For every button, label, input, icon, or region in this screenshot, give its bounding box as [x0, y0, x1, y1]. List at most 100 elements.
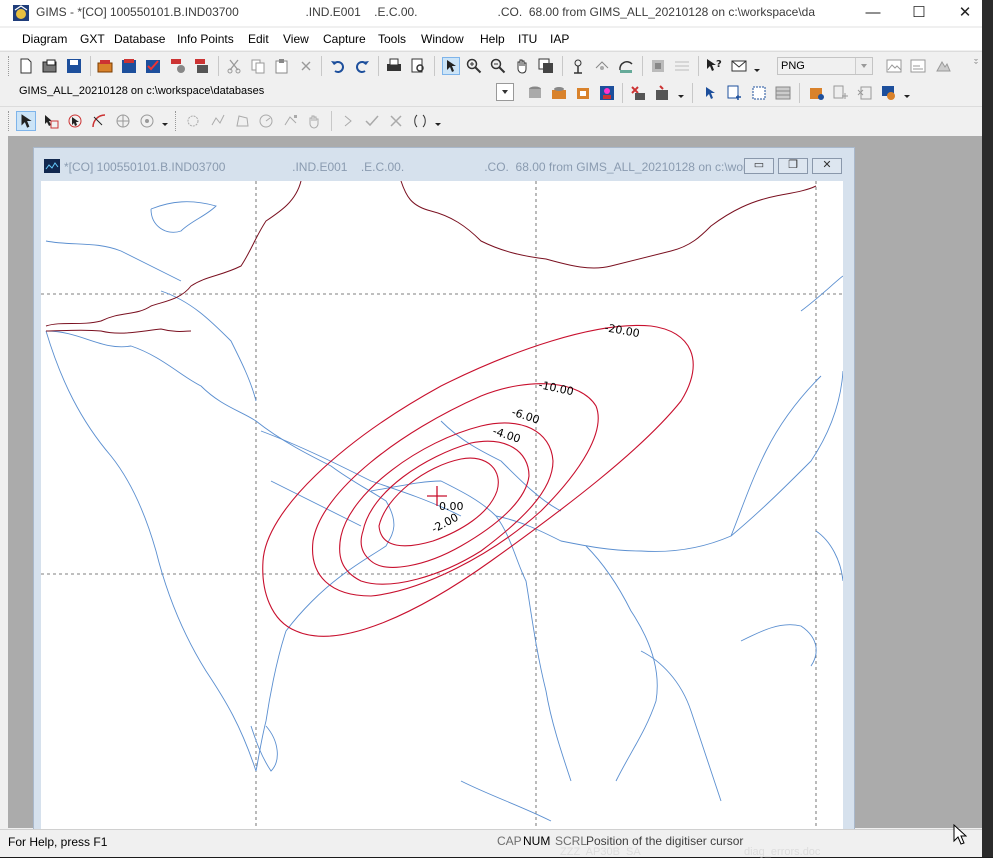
map-canvas[interactable]: -20.00 -10.00 -6.00 -4.00 -2.00 0.00 [41, 181, 843, 829]
child-title-bar[interactable]: *[CO] 100550101.B.IND03700 .IND.E001 .E.… [34, 148, 854, 184]
redo-icon[interactable] [354, 58, 370, 74]
chevron-down-icon[interactable] [903, 92, 911, 100]
parentheses-icon[interactable] [412, 113, 428, 129]
zoom-out-icon[interactable] [490, 58, 506, 74]
print-preview-icon[interactable] [410, 58, 426, 74]
db-query-icon[interactable] [527, 85, 543, 101]
draw-pointer-icon[interactable] [16, 111, 36, 131]
menu-help[interactable]: Help [480, 32, 505, 46]
status-cap: CAP [497, 834, 522, 848]
zoom-in-icon[interactable] [466, 58, 482, 74]
grid-icon[interactable] [674, 58, 690, 74]
menu-window[interactable]: Window [421, 32, 464, 46]
mail-icon[interactable] [731, 58, 747, 74]
gxt-tools-icon[interactable] [170, 58, 186, 74]
paste-icon[interactable] [274, 58, 290, 74]
print-icon[interactable] [386, 58, 402, 74]
gxt-export-icon[interactable] [194, 58, 210, 74]
toolbar-overflow-icon[interactable] [972, 58, 980, 66]
cut-icon[interactable] [226, 58, 242, 74]
image-export-icon[interactable] [910, 58, 926, 74]
toolbar-separator [378, 56, 379, 76]
menu-view[interactable]: View [283, 32, 309, 46]
arc-draw-icon[interactable] [91, 113, 107, 129]
db-delete-icon[interactable] [630, 85, 646, 101]
maximize-button[interactable]: ☐ [896, 0, 942, 26]
menu-database[interactable]: Database [114, 32, 165, 46]
select-area-icon[interactable] [43, 113, 59, 129]
db-user-icon[interactable] [599, 85, 615, 101]
chevron-down-icon[interactable] [434, 120, 442, 128]
minimize-button[interactable]: — [850, 0, 896, 26]
new-file-icon[interactable] [18, 58, 34, 74]
undo-icon[interactable] [330, 58, 346, 74]
menu-capture[interactable]: Capture [323, 32, 366, 46]
toolbar-separator [90, 56, 91, 76]
menu-edit[interactable]: Edit [248, 32, 269, 46]
database-select[interactable]: GIMS_ALL_20210128 on c:\workspace\databa… [16, 83, 514, 101]
context-help-icon[interactable]: ? [706, 58, 722, 74]
point-add-icon[interactable] [727, 85, 743, 101]
image-icon[interactable] [886, 58, 902, 74]
polygon-icon[interactable] [234, 113, 250, 129]
chevron-right-icon[interactable] [340, 113, 356, 129]
polygon-select-icon[interactable] [67, 113, 83, 129]
child-restore-button[interactable]: ❐ [778, 158, 808, 174]
save-icon[interactable] [66, 58, 82, 74]
chevron-down-icon[interactable] [496, 83, 514, 101]
report-icon[interactable] [809, 85, 825, 101]
gxt-save-icon[interactable] [121, 58, 137, 74]
toolbar-grip[interactable] [175, 111, 179, 131]
point-select-icon[interactable] [703, 85, 719, 101]
child-minimize-button[interactable]: ▭ [744, 158, 774, 174]
zoom-window-icon[interactable] [538, 58, 554, 74]
menu-tools[interactable]: Tools [378, 32, 406, 46]
open-file-icon[interactable] [42, 58, 58, 74]
table-icon[interactable] [775, 85, 791, 101]
copy-icon[interactable] [250, 58, 266, 74]
validate-icon[interactable] [145, 58, 161, 74]
menu-diagram[interactable]: Diagram [22, 32, 67, 46]
delete-icon[interactable] [298, 58, 314, 74]
satellite-icon[interactable] [594, 58, 610, 74]
image-settings-icon[interactable] [935, 58, 951, 74]
contour-label: -2.00 [429, 511, 460, 536]
select-pointer-icon[interactable] [442, 57, 460, 75]
report-add-icon[interactable] [833, 85, 849, 101]
check-icon[interactable] [364, 113, 380, 129]
chevron-down-icon[interactable] [161, 120, 169, 128]
earth-station-icon[interactable] [618, 58, 634, 74]
chevron-down-icon[interactable] [855, 58, 872, 74]
menu-gxt[interactable]: GXT [80, 32, 105, 46]
circle-draw-icon[interactable] [258, 113, 274, 129]
db-clear-icon[interactable] [654, 85, 670, 101]
point-grid-icon[interactable] [751, 85, 767, 101]
cancel-icon[interactable] [388, 113, 404, 129]
antenna-icon[interactable] [570, 58, 586, 74]
menu-info-points[interactable]: Info Points [177, 32, 234, 46]
toolbar-grip[interactable] [8, 56, 12, 76]
mouse-cursor-icon [953, 824, 967, 845]
pan-hand-icon[interactable] [514, 58, 530, 74]
image-format-select[interactable]: PNG [777, 57, 873, 75]
report-remove-icon[interactable] [857, 85, 873, 101]
radial-grid-icon[interactable] [115, 113, 131, 129]
db-open-icon[interactable] [551, 85, 567, 101]
db-save-icon[interactable] [575, 85, 591, 101]
menu-itu[interactable]: ITU [518, 32, 537, 46]
chevron-down-icon[interactable] [677, 92, 685, 100]
chevron-down-icon[interactable] [753, 66, 761, 74]
move-hand-icon[interactable] [307, 113, 323, 129]
point-draw-icon[interactable] [185, 113, 201, 129]
menu-iap[interactable]: IAP [550, 32, 569, 46]
database-value: GIMS_ALL_20210128 on c:\workspace\databa… [19, 85, 265, 97]
polyline-icon[interactable] [210, 113, 226, 129]
edit-vertex-icon[interactable] [283, 113, 299, 129]
coordination-contour-map[interactable]: -20.00 -10.00 -6.00 -4.00 -2.00 0.00 [41, 181, 843, 829]
gxt-open-icon[interactable] [97, 58, 113, 74]
toolbar-grip[interactable] [8, 111, 12, 131]
layers-icon[interactable] [650, 58, 666, 74]
target-icon[interactable] [139, 113, 155, 129]
child-close-button[interactable]: ✕ [812, 158, 842, 174]
sync-icon[interactable] [881, 85, 897, 101]
